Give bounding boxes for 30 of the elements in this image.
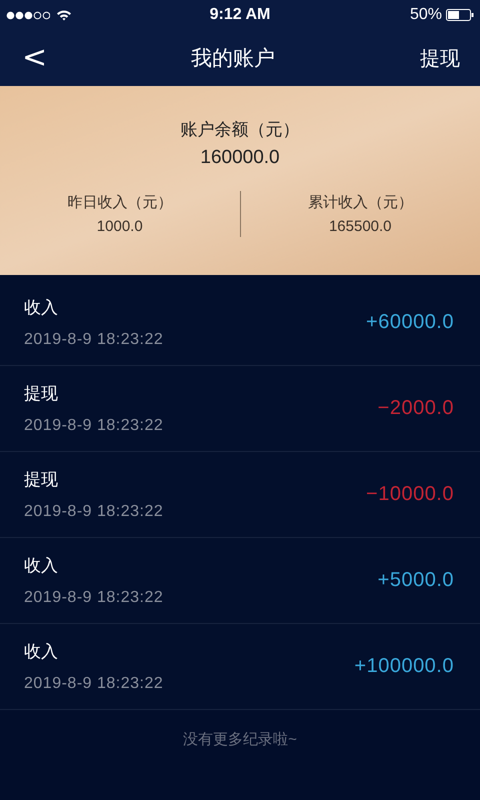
record-amount: −10000.0 <box>366 483 454 506</box>
status-time: 9:12 AM <box>210 6 270 24</box>
record-type: 收入 <box>24 555 59 577</box>
record-amount: +5000.0 <box>378 569 454 592</box>
wifi-icon <box>56 9 72 21</box>
record-type: 提现 <box>24 383 59 405</box>
record-time: 2019-8-9 18:23:22 <box>24 675 164 693</box>
signal-icon <box>6 10 50 20</box>
record-time: 2019-8-9 18:23:22 <box>24 589 164 607</box>
stat-label: 昨日收入（元） <box>67 193 172 212</box>
balance-amount: 160000.0 <box>200 147 280 169</box>
record-amount: +100000.0 <box>354 655 454 678</box>
page-title: 我的账户 <box>191 46 275 72</box>
back-button[interactable]: < <box>22 43 46 73</box>
record-amount: +60000.0 <box>366 311 454 334</box>
record-time: 2019-8-9 18:23:22 <box>24 331 164 349</box>
record-amount: −2000.0 <box>378 397 454 420</box>
withdraw-button[interactable]: 提现 <box>420 44 460 72</box>
stat-value: 1000.0 <box>96 218 143 235</box>
balance-label: 账户余额（元） <box>180 119 300 141</box>
stat-label: 累计收入（元） <box>308 193 413 212</box>
record-type: 收入 <box>24 641 59 663</box>
record-time: 2019-8-9 18:23:22 <box>24 503 164 521</box>
record-type: 收入 <box>24 297 59 319</box>
battery-icon <box>446 9 474 21</box>
record-time: 2019-8-9 18:23:22 <box>24 417 164 435</box>
stat-value: 165500.0 <box>328 218 392 235</box>
record-type: 提现 <box>24 469 59 491</box>
end-of-list-note: 没有更多纪录啦~ <box>183 730 297 749</box>
battery-percent: 50% <box>410 6 442 24</box>
